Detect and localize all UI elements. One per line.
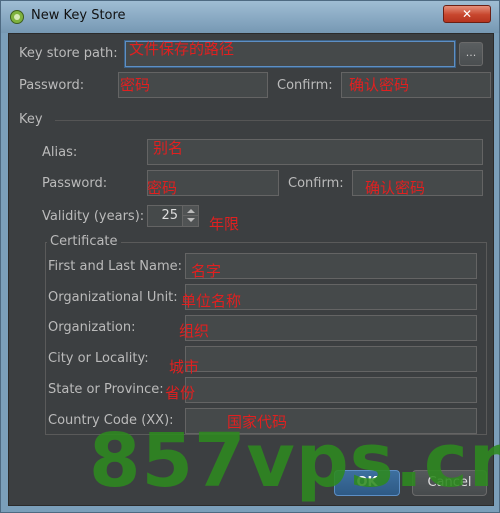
watermark: 857vps.cn bbox=[89, 418, 500, 504]
cert-state-label: State or Province: bbox=[48, 382, 164, 397]
alias-input[interactable] bbox=[147, 139, 483, 165]
chevron-down-icon[interactable] bbox=[182, 216, 198, 226]
keystore-password-label: Password: bbox=[19, 78, 85, 93]
certificate-title: Certificate bbox=[47, 234, 121, 249]
alias-value: 别名 bbox=[153, 139, 184, 157]
chevron-up-icon[interactable] bbox=[182, 206, 198, 216]
keystore-path-label: Key store path: bbox=[19, 46, 118, 61]
cert-name-input[interactable] bbox=[185, 253, 477, 279]
keystore-password-value: 密码 bbox=[120, 76, 151, 94]
cert-org-value: 组织 bbox=[179, 322, 210, 340]
cert-org-input[interactable] bbox=[185, 315, 477, 341]
validity-label: Validity (years): bbox=[42, 209, 145, 224]
close-icon: ✕ bbox=[461, 7, 473, 21]
cert-state-value: 省份 bbox=[165, 384, 196, 402]
cert-city-value: 城市 bbox=[169, 358, 200, 376]
keystore-path-value: 文件保存的路径 bbox=[129, 40, 235, 58]
validity-note: 年限 bbox=[209, 215, 240, 233]
validity-value: 25 bbox=[161, 208, 178, 223]
cert-org-unit-value: 单位名称 bbox=[181, 292, 242, 310]
key-section-label: Key bbox=[19, 112, 43, 127]
keystore-confirm-label: Confirm: bbox=[277, 78, 333, 93]
cert-city-label: City or Locality: bbox=[48, 351, 149, 366]
cert-org-unit-label: Organizational Unit: bbox=[48, 290, 178, 305]
window-title: New Key Store bbox=[31, 8, 126, 23]
android-studio-icon bbox=[10, 10, 24, 24]
alias-label: Alias: bbox=[42, 145, 78, 160]
key-section-divider bbox=[55, 120, 491, 121]
browse-label: ... bbox=[465, 46, 477, 59]
cert-name-value: 名字 bbox=[191, 262, 222, 280]
dialog-window: New Key Store ✕ Key store path: 文件保存的路径 … bbox=[0, 0, 500, 513]
key-password-value: 密码 bbox=[147, 179, 178, 197]
browse-button[interactable]: ... bbox=[459, 42, 483, 66]
cert-name-label: First and Last Name: bbox=[48, 259, 183, 274]
close-button[interactable]: ✕ bbox=[443, 5, 491, 23]
key-password-label: Password: bbox=[42, 176, 108, 191]
key-confirm-label: Confirm: bbox=[288, 176, 344, 191]
cert-city-input[interactable] bbox=[185, 346, 477, 372]
cert-state-input[interactable] bbox=[185, 377, 477, 403]
cert-org-label: Organization: bbox=[48, 320, 136, 335]
keystore-confirm-value: 确认密码 bbox=[349, 76, 410, 94]
validity-spinner[interactable]: 25 bbox=[147, 205, 199, 227]
key-confirm-value: 确认密码 bbox=[365, 179, 426, 197]
title-bar: New Key Store ✕ bbox=[1, 1, 499, 33]
